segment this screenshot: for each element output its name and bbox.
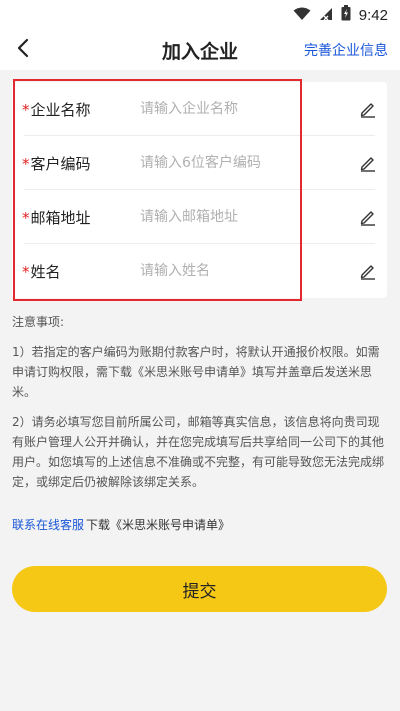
required-mark: * — [22, 209, 30, 227]
company-name-input[interactable] — [140, 96, 340, 122]
notes-section: 注意事项: 1）若指定的客户编码为账期付款客户时，将默认开通报价权限。如需申请订… — [12, 312, 388, 502]
form-row-company-name: *企业名称 — [12, 82, 387, 136]
name-input[interactable] — [140, 258, 340, 284]
field-label-text: 客户编码 — [30, 155, 91, 173]
required-mark: * — [22, 155, 30, 173]
signal-icon — [319, 6, 333, 25]
status-icons: 9:42 — [293, 4, 388, 26]
notes-item-2: 2）请务必填写您目前所属公司，邮箱等真实信息，该信息将向贵司现有账户管理人公开并… — [12, 415, 385, 489]
pencil-icon[interactable] — [359, 100, 377, 118]
complete-company-info-link[interactable]: 完善企业信息 — [304, 40, 388, 60]
notes-heading: 注意事项: — [12, 315, 65, 329]
field-label: *企业名称 — [22, 99, 91, 120]
email-input[interactable] — [140, 204, 340, 230]
field-label-text: 邮箱地址 — [30, 209, 91, 227]
links-row: 联系在线客服 下载《米思米账号申请单》 — [12, 516, 230, 533]
pencil-icon[interactable] — [359, 208, 377, 226]
wifi-icon — [293, 6, 311, 25]
notes-item-1: 1）若指定的客户编码为账期付款客户时，将默认开通报价权限。如需申请订购权限，需下… — [12, 345, 380, 399]
field-label: *邮箱地址 — [22, 207, 91, 228]
status-bar: 9:42 — [0, 0, 400, 30]
pencil-icon[interactable] — [359, 262, 377, 280]
customer-code-input[interactable] — [140, 150, 340, 176]
field-label-text: 姓名 — [30, 263, 61, 281]
battery-icon — [341, 5, 351, 25]
field-label: *姓名 — [22, 261, 61, 282]
field-label-text: 企业名称 — [30, 101, 91, 119]
required-mark: * — [22, 101, 30, 119]
nav-bar: 加入企业 完善企业信息 — [0, 30, 400, 70]
bottom-area — [0, 703, 400, 711]
join-company-form: *企业名称 *客户编码 *邮箱地址 *姓名 — [12, 82, 387, 298]
form-row-customer-code: *客户编码 — [12, 136, 387, 190]
pencil-icon[interactable] — [359, 154, 377, 172]
field-label: *客户编码 — [22, 153, 91, 174]
status-time: 9:42 — [358, 6, 388, 24]
form-row-email: *邮箱地址 — [12, 190, 387, 244]
online-service-link[interactable]: 联系在线客服 — [12, 518, 84, 532]
submit-button[interactable]: 提交 — [12, 566, 387, 612]
form-row-name: *姓名 — [12, 244, 387, 298]
download-application-link[interactable]: 下载《米思米账号申请单》 — [86, 518, 230, 532]
required-mark: * — [22, 263, 30, 281]
